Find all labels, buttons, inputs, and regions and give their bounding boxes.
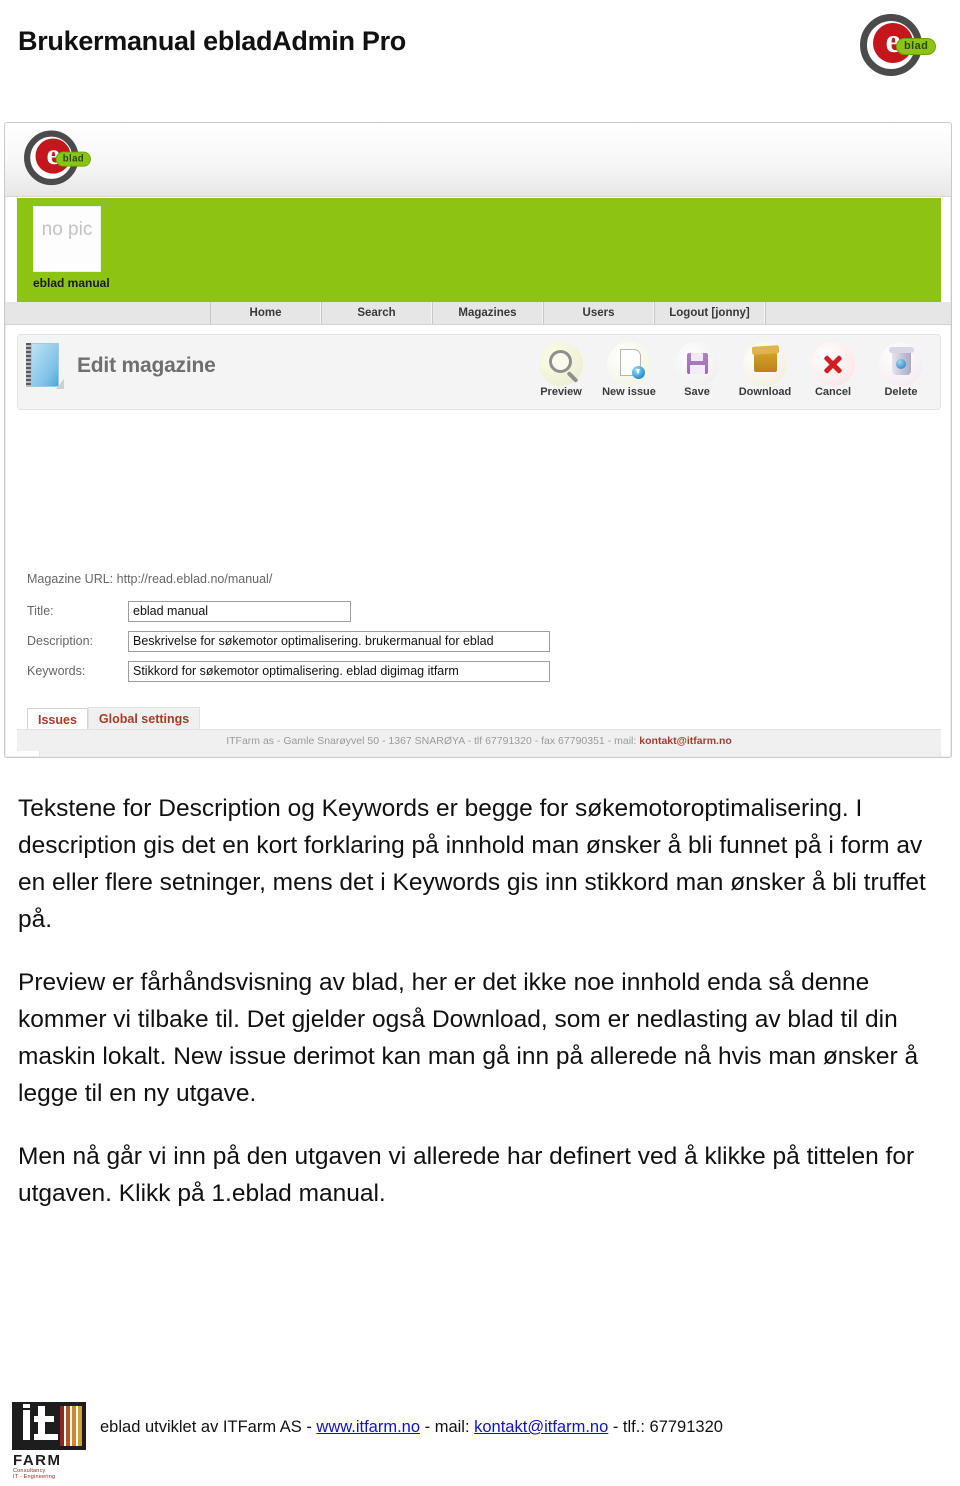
delete-button[interactable]: Delete bbox=[869, 339, 933, 399]
footer-email-link[interactable]: kontakt@itfarm.no bbox=[474, 1418, 608, 1436]
tab-issues[interactable]: Issues bbox=[27, 708, 88, 730]
book-cover bbox=[31, 343, 59, 387]
nav-tail bbox=[765, 302, 951, 324]
paragraph-3: Men nå går vi inn på den utgaven vi alle… bbox=[18, 1143, 915, 1207]
app-footer: ITFarm as - Gamle Snarøyvel 50 - 1367 SN… bbox=[17, 729, 941, 751]
itfarm-logo-icon: FARM Consultancy IT - Engineering bbox=[12, 1402, 88, 1480]
cancel-button-label: Cancel bbox=[814, 386, 852, 398]
footer-website-link[interactable]: www.itfarm.no bbox=[316, 1418, 420, 1436]
keywords-row: Keywords: bbox=[27, 659, 727, 683]
nav-item-home[interactable]: Home bbox=[210, 302, 321, 324]
box-icon bbox=[743, 342, 787, 386]
paragraph-2: Preview er fårhåndsvisning av blad, her … bbox=[18, 969, 919, 1107]
floppy-disk-icon bbox=[675, 342, 719, 386]
main-navigation[interactable]: Home Search Magazines Users Logout [jonn… bbox=[5, 302, 951, 325]
download-button-label: Download bbox=[738, 386, 792, 398]
keywords-input[interactable] bbox=[128, 660, 550, 682]
nav-item-users[interactable]: Users bbox=[543, 302, 654, 324]
footer-mid: - mail: bbox=[420, 1418, 475, 1436]
magazine-cover-label: eblad manual bbox=[33, 276, 110, 290]
footer-contact-line: eblad utviklet av ITFarm AS - www.itfarm… bbox=[100, 1418, 723, 1437]
itfarm-tagline-line2: IT - Engineering bbox=[13, 1474, 56, 1480]
itfarm-logo-word: FARM bbox=[13, 1452, 62, 1469]
magazine-url-label: Magazine URL: bbox=[27, 572, 114, 586]
title-label: Title: bbox=[27, 604, 54, 618]
app-footer-email[interactable]: kontakt@itfarm.no bbox=[639, 735, 732, 747]
edit-magazine-title: Edit magazine bbox=[77, 354, 216, 377]
download-button[interactable]: Download bbox=[733, 339, 797, 399]
book-icon bbox=[26, 343, 64, 389]
paragraph-1: Tekstene for Description og Keywords er … bbox=[18, 795, 926, 933]
magazine-cover-thumbnail[interactable]: no pic bbox=[33, 206, 101, 272]
new-issue-button[interactable]: New issue bbox=[597, 339, 661, 399]
app-logo-pill-label: blad bbox=[55, 151, 92, 167]
magazine-banner: no pic eblad manual bbox=[17, 198, 941, 302]
trash-bin-icon bbox=[879, 342, 923, 386]
nav-item-magazines[interactable]: Magazines bbox=[432, 302, 543, 324]
itfarm-logo-tagline: Consultancy IT - Engineering bbox=[13, 1468, 55, 1480]
save-button-label: Save bbox=[684, 386, 710, 398]
logo-pill-label: blad bbox=[896, 38, 937, 55]
description-label: Description: bbox=[27, 634, 93, 648]
save-button[interactable]: Save bbox=[665, 339, 729, 399]
new-issue-button-label: New issue bbox=[602, 386, 656, 398]
preview-button[interactable]: Preview bbox=[529, 339, 593, 399]
new-page-icon bbox=[607, 342, 651, 386]
keywords-label: Keywords: bbox=[27, 664, 86, 678]
eblad-logo-icon: e blad bbox=[852, 10, 940, 88]
footer-prefix: eblad utviklet av ITFarm AS - bbox=[100, 1418, 317, 1436]
magazine-url: Magazine URL: http://read.eblad.no/manua… bbox=[27, 572, 272, 586]
settings-tabs: Issues Global settings bbox=[27, 707, 941, 730]
magazine-url-value: http://read.eblad.no/manual/ bbox=[116, 572, 273, 586]
preview-button-label: Preview bbox=[540, 386, 582, 398]
title-row: Title: bbox=[27, 599, 727, 623]
nav-item-search[interactable]: Search bbox=[321, 302, 432, 324]
edit-magazine-toolbar: Edit magazine Preview New issue Save Dow… bbox=[17, 334, 941, 410]
description-row: Description: bbox=[27, 629, 727, 653]
delete-button-label: Delete bbox=[884, 386, 918, 398]
description-input[interactable] bbox=[128, 630, 550, 652]
red-cross-icon bbox=[811, 342, 855, 386]
magazine-form: Title: Description: Keywords: bbox=[27, 599, 727, 689]
itfarm-logo-mark bbox=[12, 1402, 86, 1450]
app-eblad-logo-icon[interactable]: e blad bbox=[17, 127, 94, 196]
toolbar-buttons: Preview New issue Save Download Cancel D… bbox=[529, 339, 933, 399]
page-header: Brukermanual ebladAdmin Pro e blad bbox=[0, 0, 960, 108]
title-input[interactable] bbox=[128, 600, 351, 622]
magnifier-icon bbox=[539, 342, 583, 386]
app-topbar: e blad bbox=[5, 123, 951, 197]
app-footer-text: ITFarm as - Gamle Snarøyvel 50 - 1367 SN… bbox=[226, 734, 637, 747]
cancel-button[interactable]: Cancel bbox=[801, 339, 865, 399]
nav-item-logout[interactable]: Logout [jonny] bbox=[654, 302, 765, 324]
tab-global-settings[interactable]: Global settings bbox=[87, 707, 201, 729]
footer-suffix: - tlf.: 67791320 bbox=[608, 1418, 723, 1436]
itfarm-logo-stripes bbox=[60, 1406, 82, 1446]
page-footer: FARM Consultancy IT - Engineering eblad … bbox=[0, 1390, 960, 1486]
page-title: Brukermanual ebladAdmin Pro bbox=[18, 26, 406, 56]
edit-magazine-heading-group: Edit magazine bbox=[26, 343, 216, 389]
application-screenshot: e blad no pic eblad manual Home Search M… bbox=[4, 122, 952, 758]
body-copy: Tekstene for Description og Keywords er … bbox=[18, 790, 942, 1212]
